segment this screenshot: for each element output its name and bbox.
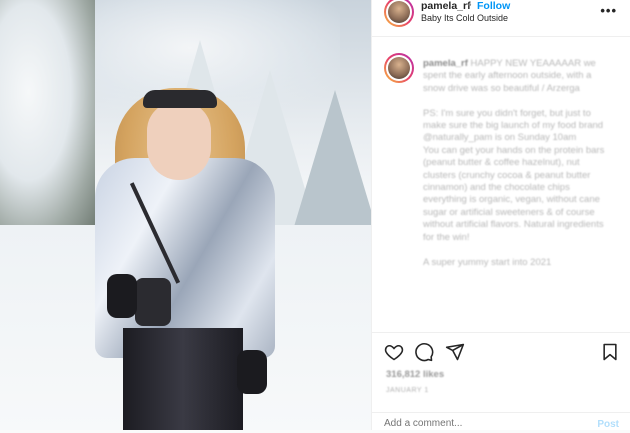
caption-text: pamela_rf HAPPY NEW YEAAAAAR we spent th… <box>423 58 609 269</box>
action-bar: 316,812 likes JANUARY 1 Post <box>372 332 630 431</box>
post-header: pamela_rf • Follow Baby Its Cold Outside… <box>372 0 630 37</box>
snowy-trees-left <box>0 0 95 230</box>
post-sidebar: pamela_rf • Follow Baby Its Cold Outside… <box>371 0 630 430</box>
bookmark-icon[interactable] <box>600 342 620 362</box>
comment-input[interactable] <box>384 418 584 429</box>
likes-count[interactable]: 316,812 likes <box>386 369 444 380</box>
avatar[interactable] <box>384 0 414 27</box>
follow-button[interactable]: Follow <box>477 0 510 12</box>
post-photo[interactable] <box>0 0 371 430</box>
post-comment-button[interactable]: Post <box>597 419 619 430</box>
share-icon[interactable] <box>445 342 465 362</box>
heart-icon[interactable] <box>384 342 404 362</box>
caption-body: HAPPY NEW YEAAAAAR we spent the early af… <box>423 58 605 268</box>
separator-dot: • <box>468 0 472 11</box>
comment-icon[interactable] <box>414 342 434 362</box>
snowy-tree <box>290 90 371 240</box>
caption-username[interactable]: pamela_rf <box>423 58 468 69</box>
location-link[interactable]: Baby Its Cold Outside <box>421 13 508 23</box>
post-date: JANUARY 1 <box>386 387 429 394</box>
caption-area: pamela_rf HAPPY NEW YEAAAAAR we spent th… <box>372 37 630 332</box>
woman-in-silver-jacket <box>95 88 275 430</box>
instagram-post: pamela_rf • Follow Baby Its Cold Outside… <box>0 0 630 430</box>
more-options-icon[interactable]: ••• <box>600 3 617 18</box>
caption-avatar[interactable] <box>384 53 414 83</box>
username-link[interactable]: pamela_rf <box>421 0 471 12</box>
